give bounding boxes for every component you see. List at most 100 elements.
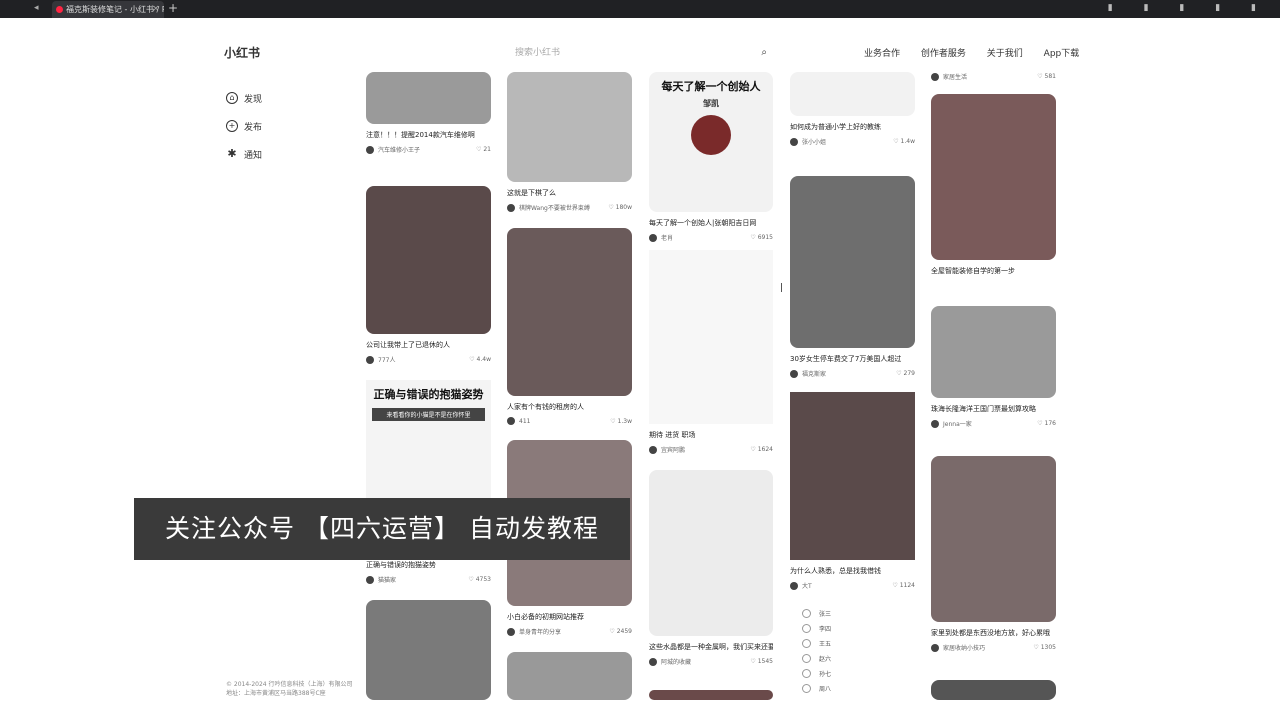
avatar[interactable]	[649, 445, 657, 454]
card-author[interactable]: 阿城的收藏	[661, 657, 691, 666]
tab-close-icon[interactable]: ×	[152, 1, 160, 18]
card-likes[interactable]: ♡ 279	[896, 370, 915, 377]
card-likes[interactable]: ♡ 6915	[750, 234, 773, 241]
avatar[interactable]	[366, 575, 374, 584]
list-item[interactable]: 孙七	[802, 666, 912, 681]
card-image[interactable]	[507, 228, 632, 396]
card-title[interactable]: 30岁女生停车费交了7万美国人超过	[790, 354, 915, 364]
card-title[interactable]: 小白必备的初期网站推荐	[507, 612, 632, 622]
list-item[interactable]: 王五	[802, 636, 912, 651]
feed-card[interactable]: 人家有个有钱的租房的人 411 ♡ 1.3w	[507, 228, 632, 425]
card-title[interactable]: 家里到处都是东西没地方放，好心累哦	[931, 628, 1056, 638]
feed-card[interactable]: 期待 进货 职场 宜宾阿鹏 ♡ 1624	[649, 250, 773, 454]
list-item[interactable]: 周八	[802, 681, 912, 696]
card-author[interactable]: 福克斯家	[802, 369, 826, 378]
feed-card[interactable]: 这些水晶都是一种金属啊，我们买来还要吗 阿城的收藏 ♡ 1545	[649, 470, 773, 666]
feed-card[interactable]: 珠海长隆海洋王国门票最划算攻略 Jenna一家 ♡ 176	[931, 306, 1056, 428]
search-icon[interactable]: ⌕	[761, 40, 767, 66]
nav-link-about[interactable]: 关于我们	[987, 49, 1023, 59]
feed-card[interactable]: 注意！！！提醒2014款汽车维修啊 汽车维修小王子 ♡ 21	[366, 72, 491, 154]
card-image[interactable]: 每天了解一个创始人 邹凯	[649, 72, 773, 212]
card-title[interactable]: 如何成为普通小学上好的教练	[790, 122, 915, 132]
avatar[interactable]	[649, 657, 657, 666]
feed-card[interactable]: 如何成为普通小学上好的教练 张小小姐 ♡ 1.4w	[790, 72, 915, 146]
card-author[interactable]: 汽车维修小王子	[378, 145, 420, 154]
avatar[interactable]	[366, 145, 374, 154]
card-likes[interactable]: ♡ 4753	[468, 576, 491, 583]
card-title[interactable]: 每天了解一个创始人|张朝阳吉日网	[649, 218, 773, 228]
avatar[interactable]	[366, 355, 374, 364]
feed-card[interactable]: 为什么人熟悉，总是找我借钱 大T ♡ 1124	[790, 392, 915, 590]
card-likes[interactable]: ♡ 2459	[609, 628, 632, 635]
card-image[interactable]	[649, 470, 773, 636]
card-image[interactable]	[931, 456, 1056, 622]
feed-card[interactable]	[366, 600, 491, 700]
feed-card[interactable]	[649, 690, 773, 700]
card-likes[interactable]: ♡ 4.4w	[469, 356, 491, 363]
card-likes[interactable]: ♡ 1.3w	[610, 418, 632, 425]
card-image[interactable]	[649, 690, 773, 700]
avatar[interactable]	[507, 627, 515, 636]
feed-card[interactable]	[931, 680, 1056, 700]
card-likes[interactable]: ♡ 180w	[608, 204, 632, 211]
card-author[interactable]: 411	[519, 418, 530, 425]
card-title[interactable]: 人家有个有钱的租房的人	[507, 402, 632, 412]
site-logo[interactable]: 小红书	[224, 44, 260, 61]
card-likes[interactable]: ♡ 176	[1037, 420, 1056, 427]
card-author[interactable]: 777人	[378, 355, 395, 364]
new-tab-button[interactable]: +	[168, 0, 178, 17]
card-author[interactable]: 棋牌Wang不要被世界束缚	[519, 203, 590, 212]
card-author[interactable]: 大T	[802, 581, 812, 590]
avatar[interactable]	[931, 419, 939, 428]
card-author[interactable]: Jenna一家	[943, 419, 972, 428]
card-image[interactable]	[507, 652, 632, 700]
card-author[interactable]: 家居收纳小技巧	[943, 643, 985, 652]
card-author[interactable]: 单身青年的分享	[519, 627, 561, 636]
card-likes[interactable]: ♡ 1305	[1033, 644, 1056, 651]
card-author[interactable]: 宜宾阿鹏	[661, 445, 685, 454]
feed-card[interactable]: 家里到处都是东西没地方放，好心累哦 家居收纳小技巧 ♡ 1305	[931, 456, 1056, 652]
card-image[interactable]	[366, 186, 491, 334]
card-likes[interactable]: ♡ 581	[1037, 73, 1056, 80]
tab-back-icon[interactable]: ◂	[34, 0, 39, 17]
card-image[interactable]	[931, 680, 1056, 700]
card-title[interactable]: 这些水晶都是一种金属啊，我们买来还要吗	[649, 642, 773, 652]
browser-tab[interactable]: 福克斯装修笔记 - 小红书 / RED	[52, 1, 164, 18]
card-title[interactable]: 全屋智能装修自学的第一步	[931, 266, 1056, 276]
card-author[interactable]: 张小小姐	[802, 137, 826, 146]
feed-card[interactable]: 30岁女生停车费交了7万美国人超过 福克斯家 ♡ 279	[790, 176, 915, 378]
card-author[interactable]: 猫猫家	[378, 575, 396, 584]
card-author[interactable]: 老肖	[661, 233, 673, 242]
sidebar-item-publish[interactable]: + 发布	[226, 112, 262, 140]
card-image[interactable]	[649, 250, 773, 424]
card-image[interactable]	[790, 392, 915, 560]
card-image[interactable]	[507, 72, 632, 182]
nav-link-app[interactable]: App下载	[1044, 49, 1080, 59]
card-title[interactable]: 期待 进货 职场	[649, 430, 773, 440]
feed-card[interactable]: 家居生活 ♡ 581	[931, 72, 1056, 81]
card-image[interactable]	[366, 72, 491, 124]
window-controls[interactable]: ▮ ▮ ▮ ▮ ▮	[1108, 0, 1270, 17]
list-item[interactable]: 张三	[802, 606, 912, 621]
card-likes[interactable]: ♡ 1.4w	[893, 138, 915, 145]
nav-link-creator[interactable]: 创作者服务	[921, 49, 966, 59]
card-image[interactable]	[931, 94, 1056, 260]
card-likes[interactable]: ♡ 1624	[750, 446, 773, 453]
nav-link-business[interactable]: 业务合作	[864, 49, 900, 59]
card-title[interactable]: 为什么人熟悉，总是找我借钱	[790, 566, 915, 576]
avatar[interactable]	[790, 137, 798, 146]
feed-card[interactable]	[507, 652, 632, 700]
avatar[interactable]	[931, 643, 939, 652]
avatar[interactable]	[931, 72, 939, 81]
card-image[interactable]	[931, 306, 1056, 398]
search-input[interactable]: 搜索小红书 ⌕	[505, 40, 773, 66]
card-image[interactable]	[790, 176, 915, 348]
avatar[interactable]	[507, 203, 515, 212]
avatar[interactable]	[790, 581, 798, 590]
card-title[interactable]: 公司让我带上了已退休的人	[366, 340, 491, 350]
list-item[interactable]: 赵六	[802, 651, 912, 666]
card-title[interactable]: 正确与错误的抱猫姿势	[366, 560, 491, 570]
card-image[interactable]	[790, 72, 915, 116]
card-title[interactable]: 珠海长隆海洋王国门票最划算攻略	[931, 404, 1056, 414]
card-image[interactable]	[366, 600, 491, 700]
